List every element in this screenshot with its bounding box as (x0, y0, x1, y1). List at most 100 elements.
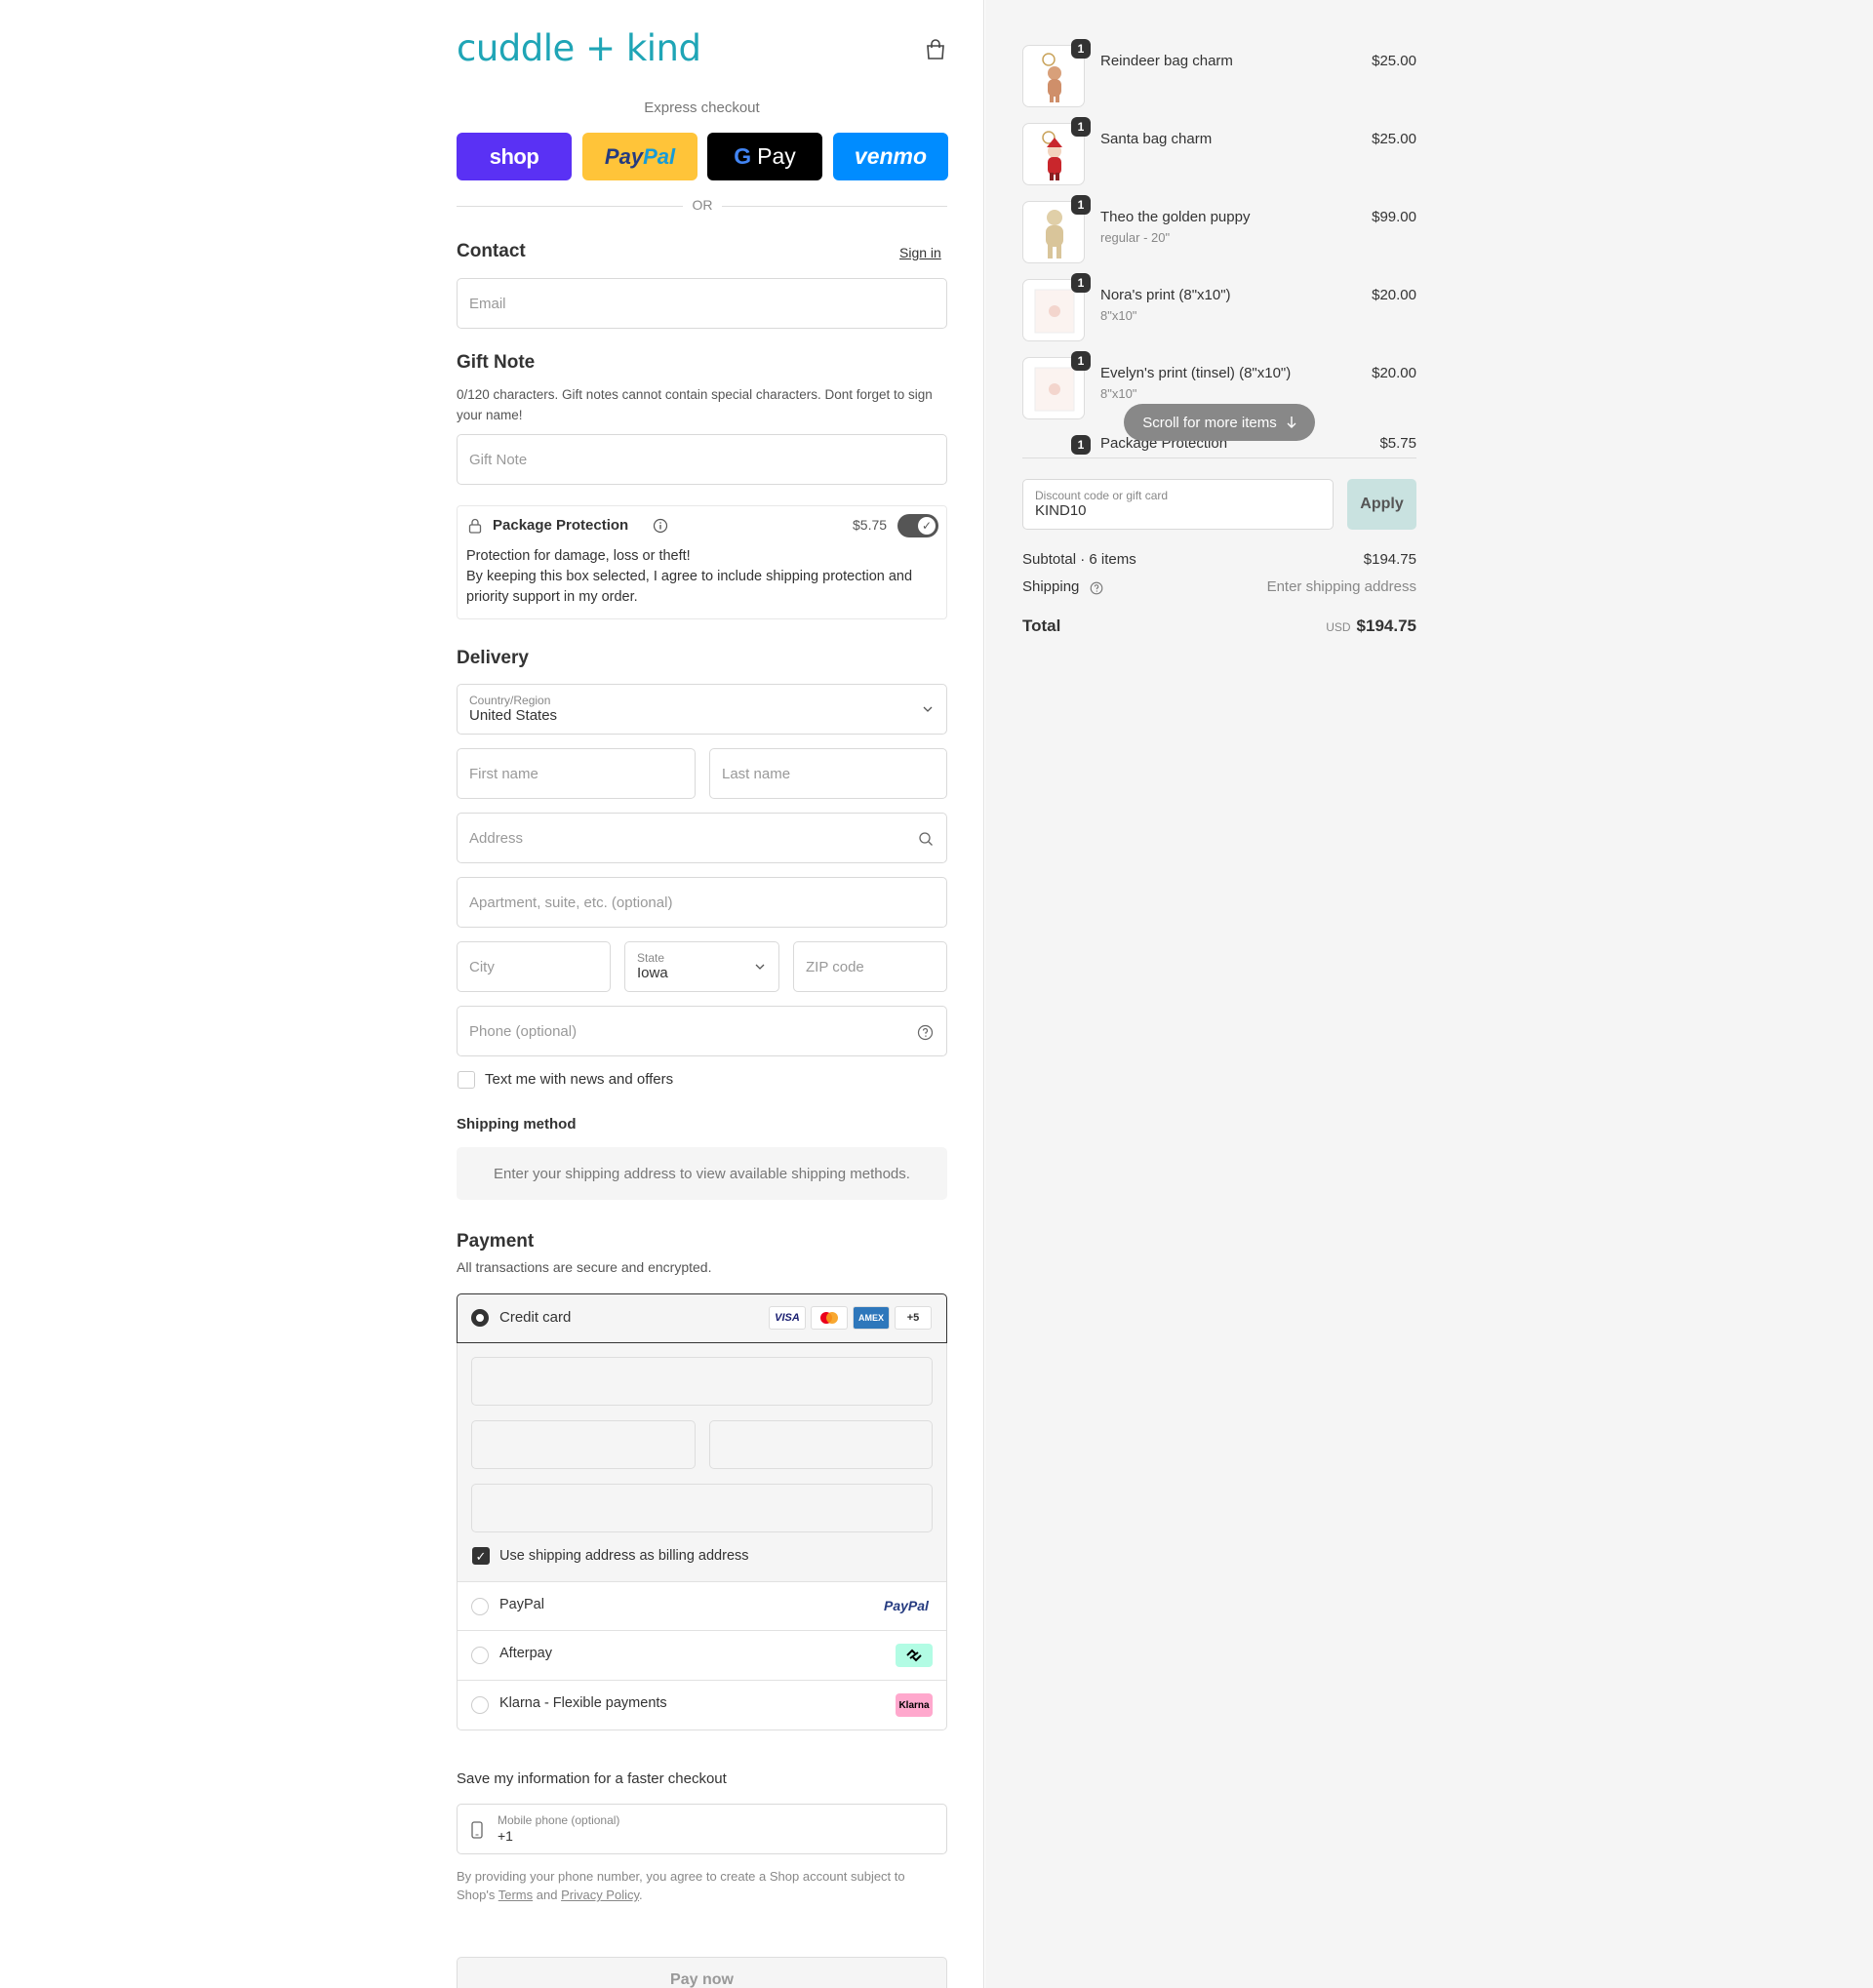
item-price: $25.00 (1372, 53, 1416, 69)
terms-link[interactable]: Terms (498, 1888, 533, 1902)
item-price: $99.00 (1372, 209, 1416, 225)
name-on-card-field[interactable] (471, 1484, 933, 1532)
shopping-bag-icon[interactable] (925, 39, 946, 60)
gift-note-field[interactable]: Gift Note (457, 434, 947, 485)
last-name-field[interactable]: Last name (709, 748, 947, 799)
package-protection-title: Package Protection (493, 517, 629, 534)
gpay-label: Pay (757, 143, 796, 169)
apply-discount-button[interactable]: Apply (1347, 479, 1416, 530)
package-protection-desc: Protection for damage, loss or theft! By… (466, 546, 939, 608)
visa-icon: VISA (769, 1306, 806, 1330)
mobile-phone-field[interactable]: Mobile phone (optional) +1 (457, 1804, 947, 1854)
total-label: Total (1022, 616, 1061, 635)
item-variant: regular - 20" (1100, 230, 1171, 245)
package-protection-line2: By keeping this box selected, I agree to… (466, 569, 913, 605)
paypal-logo-text: Pay (604, 143, 644, 169)
or-label: OR (683, 197, 722, 213)
shipping-method-note: Enter your shipping address to view avai… (457, 1147, 947, 1200)
contact-heading: Contact (457, 241, 526, 261)
email-field[interactable]: Email (457, 278, 947, 329)
phone-field[interactable]: Phone (optional) (457, 1006, 947, 1056)
package-protection-toggle[interactable]: ✓ (897, 514, 938, 537)
total-amount: USD $194.75 (1326, 616, 1416, 636)
visa-label: VISA (775, 1312, 800, 1324)
package-protection-line1: Protection for damage, loss or theft! (466, 548, 691, 564)
quantity-badge: 1 (1071, 195, 1091, 215)
shipping-label: Shipping (1022, 578, 1080, 595)
quantity-badge: 1 (1071, 117, 1091, 137)
zip-field[interactable]: ZIP code (793, 941, 947, 992)
afterpay-label: Afterpay (499, 1646, 552, 1661)
mastercard-icon (811, 1306, 848, 1330)
quantity-badge: 1 (1071, 435, 1091, 455)
payment-subtitle: All transactions are secure and encrypte… (457, 1259, 712, 1275)
klarna-logo-text: Klarna (898, 1699, 930, 1711)
paypal-radio[interactable] (471, 1598, 489, 1615)
state-select[interactable]: State Iowa (624, 941, 779, 992)
text-me-checkbox[interactable] (458, 1071, 475, 1089)
google-pay-button[interactable]: G Pay (707, 133, 822, 180)
discount-value: KIND10 (1035, 502, 1087, 519)
state-label: State (637, 951, 665, 965)
city-field[interactable]: City (457, 941, 611, 992)
klarna-radio[interactable] (471, 1696, 489, 1714)
item-name: Reindeer bag charm (1100, 53, 1233, 69)
phone-placeholder: Phone (optional) (469, 1022, 578, 1040)
credit-card-radio[interactable] (471, 1309, 489, 1327)
state-value: Iowa (637, 965, 668, 981)
divider (458, 1680, 946, 1681)
credit-card-label: Credit card (499, 1309, 572, 1326)
arrow-down-icon (1287, 417, 1296, 428)
paypal-express-button[interactable]: Pay Pal (582, 133, 697, 180)
mobile-phone-label: Mobile phone (optional) (498, 1813, 620, 1827)
item-variant: 8"x10" (1100, 386, 1137, 401)
afterpay-radio[interactable] (471, 1647, 489, 1664)
discount-code-field[interactable]: Discount code or gift card KIND10 (1022, 479, 1334, 530)
brand-logo[interactable]: cuddle + kind (457, 27, 701, 69)
klarna-logo: Klarna (896, 1693, 933, 1717)
quantity-badge: 1 (1071, 273, 1091, 293)
google-g-icon: G (734, 143, 752, 169)
venmo-button[interactable]: venmo (833, 133, 948, 180)
discount-label: Discount code or gift card (1035, 489, 1169, 502)
country-select[interactable]: Country/Region United States (457, 684, 947, 735)
chevron-down-icon (923, 706, 933, 712)
billing-same-checkbox[interactable]: ✓ (472, 1547, 490, 1565)
card-number-field[interactable] (471, 1357, 933, 1406)
help-circle-icon[interactable] (917, 1024, 934, 1041)
info-icon[interactable] (653, 518, 668, 534)
more-cards-badge: +5 (895, 1306, 932, 1330)
item-name: Theo the golden puppy (1100, 209, 1251, 225)
scroll-more-items-button[interactable]: Scroll for more items (1124, 404, 1315, 441)
paypal-logo: PayPal (884, 1598, 929, 1613)
address-placeholder: Address (469, 829, 524, 847)
pay-now-button[interactable]: Pay now (457, 1957, 947, 1988)
check-icon: ✓ (918, 517, 936, 535)
paypal-logo-text-2: Pal (643, 143, 676, 169)
mobile-phone-icon (471, 1821, 483, 1839)
help-circle-icon[interactable] (1090, 581, 1103, 595)
payment-heading: Payment (457, 1231, 535, 1252)
package-protection-price: $5.75 (853, 517, 888, 533)
apartment-field[interactable]: Apartment, suite, etc. (optional) (457, 877, 947, 928)
paypal-label: PayPal (499, 1597, 544, 1612)
quantity-badge: 1 (1071, 39, 1091, 59)
sign-in-link[interactable]: Sign in (899, 245, 941, 260)
address-field[interactable]: Address (457, 813, 947, 863)
country-value: United States (469, 707, 558, 724)
shop-pay-button[interactable]: shop (457, 133, 572, 180)
privacy-policy-link[interactable]: Privacy Policy (561, 1888, 639, 1902)
klarna-label: Klarna - Flexible payments (499, 1695, 667, 1711)
delivery-heading: Delivery (457, 648, 529, 668)
security-code-field[interactable] (709, 1420, 933, 1469)
expiration-field[interactable] (471, 1420, 696, 1469)
amex-icon: AMEX (853, 1306, 890, 1330)
billing-same-label: Use shipping address as billing address (499, 1548, 749, 1564)
item-name: Evelyn's print (tinsel) (8"x10") (1100, 365, 1292, 381)
legal-period: . (639, 1888, 643, 1902)
order-item: 1 Santa bag charm $25.00 (1022, 117, 1416, 189)
item-variant: 8"x10" (1100, 308, 1137, 323)
first-name-field[interactable]: First name (457, 748, 696, 799)
mobile-phone-prefix: +1 (498, 1828, 513, 1844)
item-price: $20.00 (1372, 287, 1416, 303)
